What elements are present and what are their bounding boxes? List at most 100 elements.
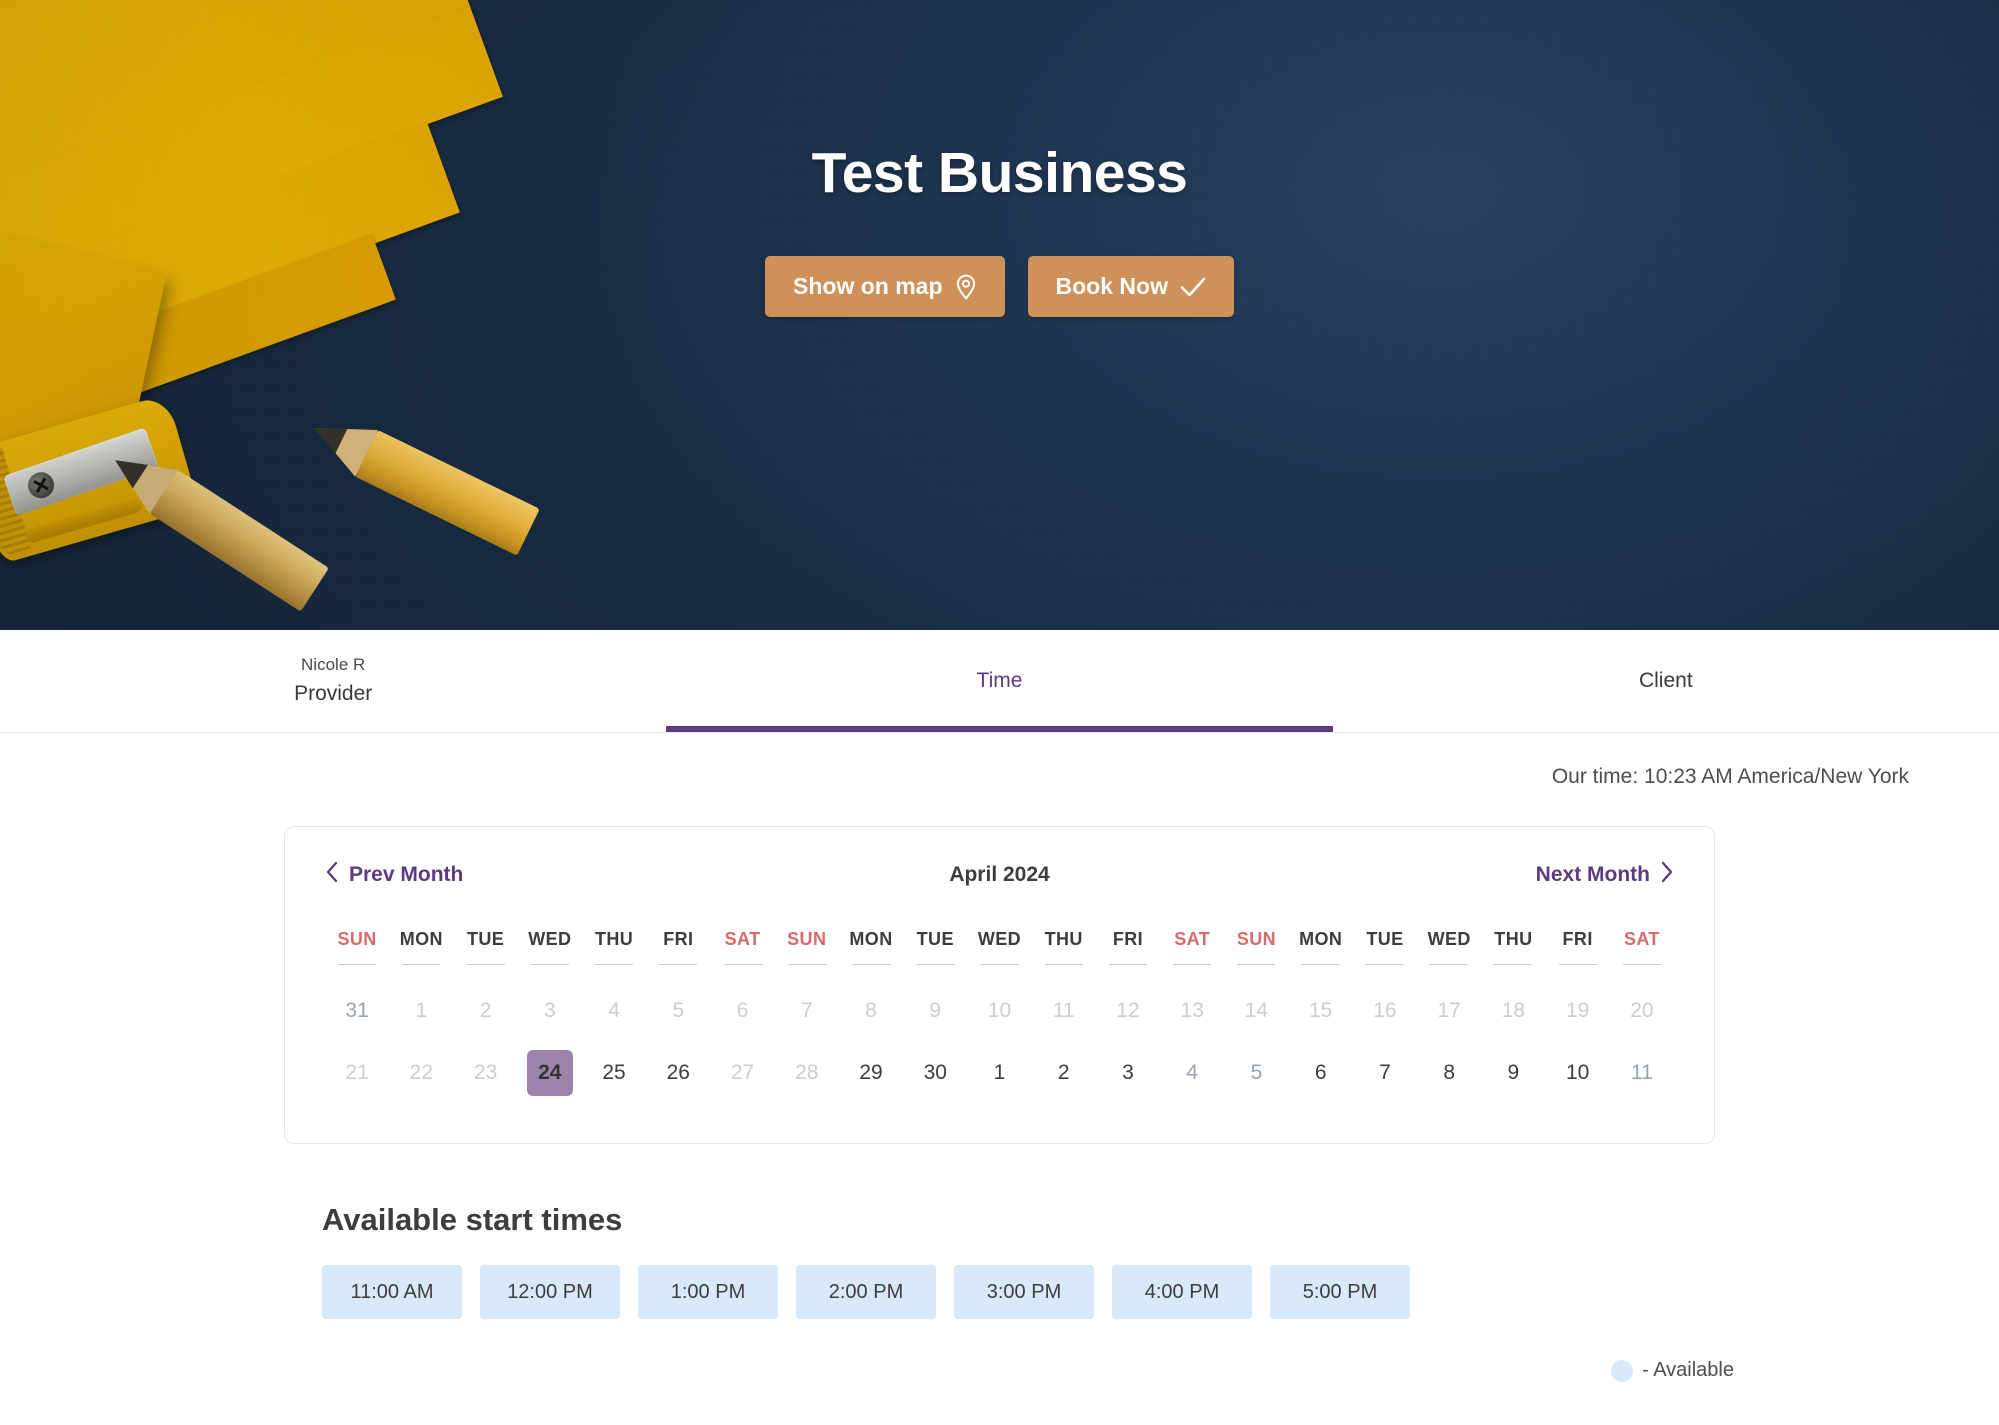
calendar-day-number: 8 <box>1443 1061 1455 1084</box>
calendar-day[interactable]: 7 <box>1353 1049 1417 1097</box>
calendar-day[interactable]: 26 <box>646 1049 710 1097</box>
day-of-week-header: SUN <box>337 929 377 949</box>
time-slot-chip[interactable]: 5:00 PM <box>1270 1265 1410 1319</box>
day-header-divider <box>1365 964 1404 965</box>
page-title: Test Business <box>811 141 1188 205</box>
day-header-divider <box>1237 964 1276 965</box>
book-now-label: Book Now <box>1055 273 1168 299</box>
calendar-day-number: 7 <box>800 999 813 1022</box>
calendar-day[interactable]: 30 <box>903 1049 967 1097</box>
calendar-day: 13 <box>1160 987 1224 1035</box>
calendar-day: 12 <box>1096 987 1160 1035</box>
day-of-week-header: MON <box>849 929 893 949</box>
time-slot-chip[interactable]: 11:00 AM <box>322 1265 462 1319</box>
chevron-right-icon <box>1660 861 1674 889</box>
prev-month-label: Prev Month <box>349 863 464 886</box>
day-header-divider <box>916 964 955 965</box>
day-header-divider <box>402 964 441 965</box>
calendar-day[interactable]: 1 <box>967 1049 1031 1097</box>
day-of-week-header: MON <box>1299 929 1343 949</box>
day-of-week-header: THU <box>1044 929 1083 949</box>
calendar-day-number: 6 <box>1314 1061 1327 1084</box>
day-header-divider <box>852 964 891 965</box>
day-of-week-header: SAT <box>724 929 761 949</box>
calendar-day: 19 <box>1546 987 1610 1035</box>
day-of-week-header: THU <box>594 929 634 949</box>
calendar-day-selected[interactable]: 24 <box>518 1049 582 1097</box>
hero-content: Test Business Show on map Book Now <box>0 0 1999 317</box>
calendar-day-number: 18 <box>1501 999 1526 1022</box>
calendar-day-number: 7 <box>1379 1061 1391 1084</box>
day-header-divider <box>723 964 762 965</box>
time-slot-chip[interactable]: 2:00 PM <box>796 1265 936 1319</box>
calendar-day-number: 4 <box>608 999 620 1022</box>
calendar-month-label: April 2024 <box>949 863 1050 886</box>
calendar-day-number: 16 <box>1373 999 1397 1022</box>
calendar-day[interactable]: 3 <box>1096 1049 1160 1097</box>
calendar-day-number: 9 <box>1507 1061 1520 1084</box>
tab-time-label: Time <box>976 669 1023 693</box>
calendar-day[interactable]: 25 <box>582 1049 646 1097</box>
time-slot-chip[interactable]: 4:00 PM <box>1112 1265 1252 1319</box>
calendar-day: 2 <box>453 987 517 1035</box>
next-month-button[interactable]: Next Month <box>1536 861 1674 889</box>
show-on-map-label: Show on map <box>793 273 943 299</box>
calendar-day-number: 10 <box>1565 1061 1590 1084</box>
calendar-day-number: 10 <box>987 999 1012 1022</box>
calendar-day-number: 2 <box>479 999 492 1022</box>
calendar-day-number: 24 <box>526 1050 573 1096</box>
calendar-day-number: 9 <box>929 999 942 1022</box>
calendar-day: 10 <box>967 987 1031 1035</box>
calendar-day: 8 <box>839 987 903 1035</box>
calendar-day[interactable]: 29 <box>839 1049 903 1097</box>
calendar-day-number: 25 <box>602 1061 626 1084</box>
day-of-week-header: TUE <box>466 929 505 949</box>
tab-client[interactable]: Client <box>1333 630 1999 732</box>
calendar-day[interactable]: 10 <box>1546 1049 1610 1097</box>
calendar-day: 23 <box>453 1049 517 1097</box>
tab-provider-label: Provider <box>294 682 373 706</box>
day-header-divider <box>980 964 1019 965</box>
time-slot-list: 11:00 AM 12:00 PM 1:00 PM 2:00 PM 3:00 PM 4:0… <box>322 1265 1715 1319</box>
prev-month-button[interactable]: Prev Month <box>325 861 463 889</box>
tab-provider[interactable]: Nicole R Provider <box>0 630 666 732</box>
day-of-week-header: SUN <box>787 929 827 949</box>
calendar-day-number: 5 <box>1250 1061 1263 1084</box>
calendar-day[interactable]: 6 <box>1289 1049 1353 1097</box>
day-header-divider <box>659 964 698 965</box>
calendar-day-number: 12 <box>1116 999 1140 1022</box>
day-of-week-header: TUE <box>1366 929 1404 949</box>
day-of-week-header: WED <box>977 929 1022 949</box>
next-month-label: Next Month <box>1535 863 1650 886</box>
calendar-day-number: 28 <box>795 1061 819 1084</box>
calendar-day[interactable]: 2 <box>1032 1049 1096 1097</box>
time-slot-chip[interactable]: 1:00 PM <box>638 1265 778 1319</box>
calendar-day: 18 <box>1481 987 1545 1035</box>
day-of-week-header: SAT <box>1623 929 1660 949</box>
availability-legend: - Available <box>60 1319 1939 1382</box>
show-on-map-button[interactable]: Show on map <box>765 256 1005 317</box>
time-slot-chip[interactable]: 3:00 PM <box>954 1265 1094 1319</box>
calendar-day: 3 <box>518 987 582 1035</box>
calendar-day: 14 <box>1224 987 1288 1035</box>
calendar-day-number: 31 <box>345 999 369 1022</box>
calendar-day[interactable]: 8 <box>1417 1049 1481 1097</box>
calendar-day-number: 14 <box>1244 999 1269 1022</box>
day-header-divider <box>1430 964 1469 965</box>
calendar-card: Prev Month April 2024 Next Month SUN MON T… <box>284 826 1715 1144</box>
book-now-button[interactable]: Book Now <box>1027 256 1234 317</box>
time-slot-chip[interactable]: 12:00 PM <box>480 1265 620 1319</box>
calendar-grid: SUN MON TUE WED THU FRI SAT SUN MON TUE WED THU FRI S… <box>325 929 1674 1097</box>
chevron-left-icon <box>325 861 339 889</box>
calendar-day-number: 11 <box>1630 1061 1653 1084</box>
calendar-day[interactable]: 9 <box>1481 1049 1545 1097</box>
available-times-section: Available start times 11:00 AM 12:00 PM 1:… <box>284 1202 1715 1319</box>
calendar-day-number: 1 <box>415 999 428 1022</box>
calendar-day: 22 <box>389 1049 453 1097</box>
available-legend-dot <box>1611 1359 1634 1382</box>
day-header-divider <box>1494 964 1533 965</box>
tab-time[interactable]: Time <box>666 630 1333 732</box>
day-of-week-header: WED <box>528 929 572 949</box>
day-of-week-header: FRI <box>1562 929 1593 949</box>
available-legend-label: - Available <box>1642 1359 1734 1381</box>
